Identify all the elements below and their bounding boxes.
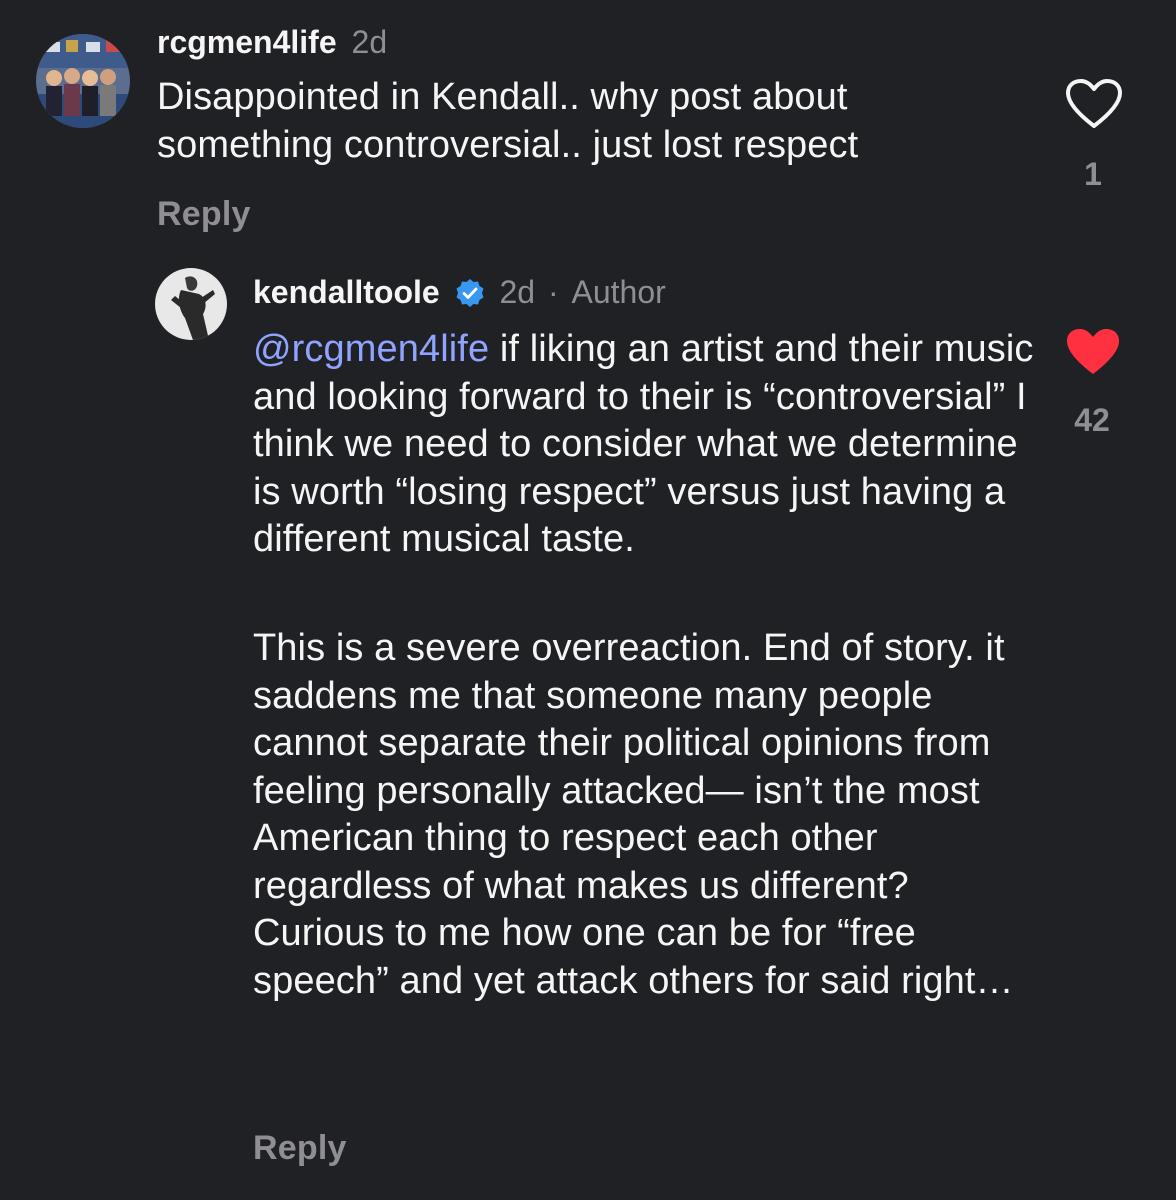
avatar[interactable] <box>36 34 130 128</box>
comment-header: rcgmen4life 2d <box>157 22 387 62</box>
timestamp: 2d <box>499 274 536 310</box>
comment-text-paragraph-1: @rcgmen4life if liking an artist and the… <box>253 326 1043 564</box>
meta-separator: · <box>547 274 559 310</box>
comment-text: Disappointed in Kendall.. why post about… <box>157 76 859 166</box>
person-avatar-icon <box>155 268 227 340</box>
mention-link[interactable]: @rcgmen4life <box>253 328 489 370</box>
group-photo-avatar-icon <box>36 34 130 128</box>
avatar[interactable] <box>155 268 227 340</box>
author-label: Author <box>571 274 666 310</box>
username[interactable]: kendalltoole <box>253 274 440 310</box>
comment-rcgmen4life: rcgmen4life 2d Disappointed in Kendall..… <box>0 0 1176 250</box>
heart-outline-icon <box>1066 79 1122 128</box>
timestamp: 2d <box>351 24 388 60</box>
reply-button[interactable]: Reply <box>157 195 251 234</box>
comment-kendalltoole: kendalltoole 2d · Author @rcgmen4life if… <box>0 250 1176 1200</box>
heart-filled-icon <box>1067 329 1119 374</box>
reply-button[interactable]: Reply <box>253 1129 347 1168</box>
like-button[interactable] <box>1063 326 1123 383</box>
username[interactable]: rcgmen4life <box>157 24 337 60</box>
like-button[interactable] <box>1064 78 1124 135</box>
like-count: 1 <box>1084 156 1102 192</box>
like-count: 42 <box>1074 402 1110 438</box>
comment-header: kendalltoole 2d · Author <box>253 272 666 317</box>
verified-badge-icon <box>455 277 485 317</box>
comment-text-paragraph-2: This is a severe overreaction. End of st… <box>253 627 1014 1002</box>
